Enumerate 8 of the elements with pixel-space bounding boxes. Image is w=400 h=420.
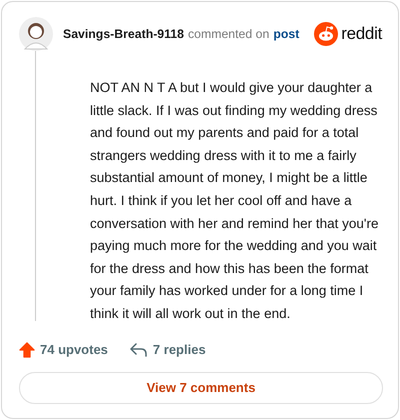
brand-name: reddit: [341, 24, 382, 44]
upvotes-count[interactable]: 74 upvotes: [19, 342, 108, 358]
author-name[interactable]: Savings-Breath-9118: [63, 27, 184, 41]
post-link[interactable]: post: [273, 27, 300, 41]
replies-count[interactable]: 7 replies: [130, 342, 206, 358]
comment-text: NOT AN N T A but I would give your daughter a little slack. If I was out finding my wedding dress and found out my parents and paid for a total strangers wedding dress with it to me a fairly substantial amount of money, I might be a little hurt. I think if you let her cool off and have a conversation with her and remind her that you're paying much more for the wedding and you wait for the dress and how this has been the format your family has worked under for a long time I think it will all work out in the end.: [90, 79, 380, 323]
view-comments-button[interactable]: View 7 comments: [19, 372, 383, 404]
action-text: commented on: [188, 27, 270, 41]
